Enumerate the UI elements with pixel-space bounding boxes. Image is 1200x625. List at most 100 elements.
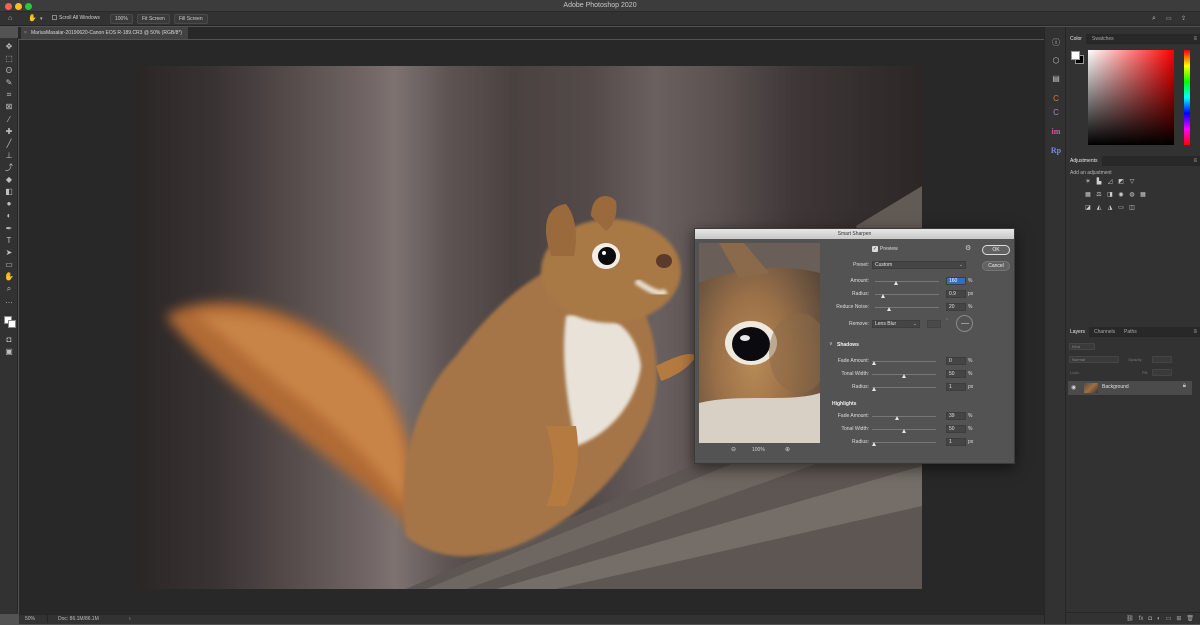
- color-picker-field[interactable]: [1088, 50, 1174, 145]
- close-tab-icon[interactable]: ×: [24, 27, 27, 39]
- zoom-level[interactable]: 50%: [25, 616, 35, 622]
- selective-color-icon[interactable]: ◫: [1128, 205, 1136, 212]
- libraries-icon[interactable]: ▤: [1049, 73, 1063, 85]
- move-tool-icon[interactable]: ✥: [3, 41, 15, 52]
- highlights-tonal-width-field[interactable]: 50: [946, 425, 966, 433]
- highlights-radius-thumb[interactable]: [872, 442, 876, 446]
- reduce-noise-slider[interactable]: [875, 303, 939, 311]
- pen-tool-icon[interactable]: ✒: [3, 223, 15, 234]
- opacity-field[interactable]: [1152, 356, 1172, 363]
- layer-row-background[interactable]: ◉ Background 🔒︎: [1068, 381, 1192, 395]
- fit-screen-button[interactable]: Fit Screen: [137, 14, 170, 24]
- exposure-icon[interactable]: ◩: [1117, 179, 1125, 186]
- shadows-radius-thumb[interactable]: [872, 387, 876, 391]
- eyedropper-tool-icon[interactable]: ⁄: [3, 114, 15, 125]
- radius-slider[interactable]: [875, 290, 939, 298]
- plugin-c2-icon[interactable]: C: [1049, 107, 1063, 119]
- add-mask-icon[interactable]: ◘: [1148, 613, 1152, 624]
- 3d-icon[interactable]: ⬡: [1049, 55, 1063, 67]
- blend-mode-select[interactable]: Normal: [1069, 356, 1119, 363]
- shadows-radius-field[interactable]: 1: [946, 383, 966, 391]
- crop-tool-icon[interactable]: ⌗: [3, 89, 15, 100]
- levels-icon[interactable]: ▙: [1095, 179, 1103, 186]
- angle-dial[interactable]: [956, 315, 973, 332]
- highlights-fade-amount-thumb[interactable]: [895, 416, 900, 420]
- radius-slider-thumb[interactable]: [881, 294, 885, 298]
- tool-preset-chevron-down-icon[interactable]: ▾: [40, 14, 43, 24]
- path-select-tool-icon[interactable]: ➤: [3, 247, 15, 258]
- quick-mask-icon[interactable]: ◘: [3, 334, 15, 345]
- blur-tool-icon[interactable]: ●: [3, 198, 15, 209]
- layers-panel-menu-icon[interactable]: ≡: [1193, 327, 1197, 337]
- hand-tool-icon[interactable]: ✋: [3, 271, 15, 282]
- marquee-tool-icon[interactable]: ⬚: [3, 53, 15, 64]
- curves-icon[interactable]: ◿: [1106, 179, 1114, 186]
- tab-paths[interactable]: Paths: [1120, 327, 1141, 337]
- gear-icon[interactable]: ⚙: [965, 244, 971, 252]
- vibrance-icon[interactable]: ▽: [1128, 179, 1136, 186]
- shadows-radius-slider[interactable]: [872, 383, 936, 391]
- fill-field[interactable]: [1152, 369, 1172, 376]
- shape-tool-icon[interactable]: ▭: [3, 259, 15, 270]
- color-balance-icon[interactable]: ⚖: [1095, 192, 1103, 199]
- hand-icon[interactable]: ✋: [28, 14, 37, 24]
- highlights-radius-field[interactable]: 1: [946, 438, 966, 446]
- channel-mixer-icon[interactable]: ◍: [1128, 192, 1136, 199]
- tab-layers[interactable]: Layers: [1066, 327, 1090, 337]
- frame-tool-icon[interactable]: ⊠: [3, 101, 15, 112]
- type-tool-icon[interactable]: T: [3, 235, 15, 246]
- radius-field[interactable]: 0.9: [946, 290, 966, 298]
- ok-button[interactable]: OK: [982, 245, 1010, 255]
- document-tab[interactable]: × MariusMasalar-20190620-Canon EOS R-189…: [21, 27, 188, 39]
- gradient-map-icon[interactable]: ▭: [1117, 205, 1125, 212]
- brightness-icon[interactable]: ☀: [1084, 179, 1092, 186]
- fill-screen-button[interactable]: Fill Screen: [174, 14, 208, 24]
- shadows-fade-amount-slider[interactable]: [872, 357, 936, 365]
- tab-color[interactable]: Color: [1066, 34, 1086, 44]
- info-icon[interactable]: ⓘ: [1049, 37, 1063, 49]
- amount-slider-thumb[interactable]: [894, 281, 899, 285]
- color-panel-menu-icon[interactable]: ≡: [1193, 34, 1197, 44]
- highlights-fade-amount-field[interactable]: 39: [946, 412, 966, 420]
- invert-icon[interactable]: ◪: [1084, 205, 1092, 212]
- tab-channels[interactable]: Channels: [1090, 327, 1119, 337]
- shadows-tonal-width-slider[interactable]: [872, 370, 936, 378]
- share-icon[interactable]: ⇪: [1181, 14, 1186, 24]
- trash-icon[interactable]: 🗑︎: [1186, 613, 1194, 624]
- preview-checkbox[interactable]: ✓: [872, 246, 878, 252]
- home-icon[interactable]: ⌂: [8, 14, 12, 24]
- link-layers-icon[interactable]: ⛓: [1126, 613, 1134, 624]
- shadows-chevron-icon[interactable]: ∨: [829, 341, 833, 347]
- adjustments-panel-menu-icon[interactable]: ≡: [1193, 156, 1197, 166]
- more-tools-icon[interactable]: …: [3, 295, 15, 306]
- workspace-icon[interactable]: ▭: [1166, 14, 1172, 24]
- plugin-c-icon[interactable]: C: [1049, 93, 1063, 105]
- foreground-swatch[interactable]: [1071, 51, 1080, 60]
- layer-filter-kind[interactable]: Kind: [1069, 343, 1095, 350]
- brush-tool-icon[interactable]: ╱: [3, 138, 15, 149]
- threshold-icon[interactable]: ◮: [1106, 205, 1114, 212]
- sharpen-preview[interactable]: [699, 243, 820, 443]
- highlights-tonal-width-thumb[interactable]: [902, 429, 906, 433]
- tab-adjustments[interactable]: Adjustments: [1066, 156, 1102, 166]
- lasso-tool-icon[interactable]: ʘ: [3, 65, 15, 76]
- hue-slider[interactable]: [1184, 50, 1190, 145]
- posterize-icon[interactable]: ◭: [1095, 205, 1103, 212]
- zoom-tool-icon[interactable]: ⌕: [3, 283, 15, 294]
- amount-field[interactable]: 160: [946, 277, 966, 285]
- history-brush-tool-icon[interactable]: ⤴: [3, 162, 15, 173]
- fx-icon[interactable]: fx: [1139, 613, 1144, 624]
- healing-tool-icon[interactable]: ✚: [3, 126, 15, 137]
- highlights-tonal-width-slider[interactable]: [872, 425, 936, 433]
- amount-slider[interactable]: [875, 277, 939, 285]
- plugin-im-icon[interactable]: im: [1049, 126, 1063, 138]
- hue-saturation-icon[interactable]: ▦: [1084, 192, 1092, 199]
- preset-select[interactable]: Custom ⌄: [872, 261, 966, 269]
- gradient-tool-icon[interactable]: ◧: [3, 186, 15, 197]
- lock-icon[interactable]: 🔒︎: [1183, 383, 1186, 390]
- zoom-in-icon[interactable]: ⊕: [785, 446, 790, 453]
- group-icon[interactable]: ▭: [1166, 613, 1172, 624]
- dodge-tool-icon[interactable]: ◐: [3, 210, 15, 221]
- plugin-rp-icon[interactable]: Rp: [1049, 145, 1063, 157]
- photo-filter-icon[interactable]: ◉: [1117, 192, 1125, 199]
